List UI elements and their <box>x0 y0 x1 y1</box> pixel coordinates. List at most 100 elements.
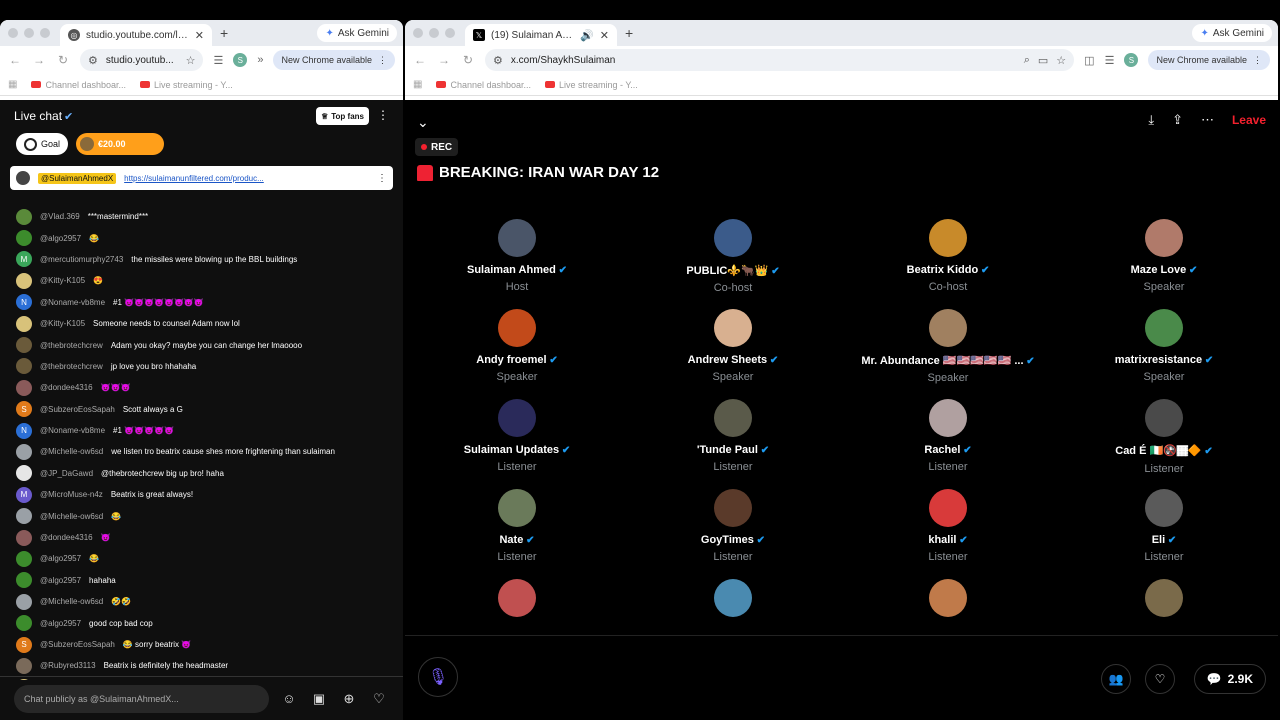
avatar[interactable]: S <box>16 636 32 653</box>
speaker-icon[interactable]: 🔊 <box>580 29 594 42</box>
participant[interactable]: matrixresistance ✔ Speaker <box>1064 309 1264 383</box>
chat-username[interactable]: @algo2957 <box>40 234 81 243</box>
forward-icon[interactable]: → <box>437 53 451 67</box>
close-window-button[interactable] <box>413 28 423 38</box>
pinned-message[interactable]: @SulaimanAhmedX https://sulaimanunfilter… <box>10 166 393 190</box>
participant[interactable] <box>1064 579 1264 617</box>
cast-icon[interactable]: ▭ <box>1038 54 1048 67</box>
ask-gemini-button[interactable]: ✦ Ask Gemini <box>317 24 397 42</box>
chat-message[interactable]: S @SubzeroEosSapah 😂 sorry beatrix 😈 <box>0 634 403 655</box>
avatar[interactable]: N <box>16 422 32 439</box>
chat-message[interactable]: @Kitty-K105 Someone needs to counsel Adam… <box>0 313 403 334</box>
avatar[interactable] <box>16 358 32 375</box>
top-fans-button[interactable]: ♕ Top fans <box>316 107 369 125</box>
bookmark-live-streaming[interactable]: Live streaming - Y... <box>545 80 638 90</box>
chat-message[interactable]: @algo2957 😂 <box>0 548 403 569</box>
chat-message[interactable]: M @MicroMuse-n4z Beatrix is great always! <box>0 484 403 505</box>
chat-message[interactable]: @thebrotechcrew jp love you bro hhahaha <box>0 356 403 377</box>
chat-username[interactable]: @thebrotechcrew <box>40 362 103 371</box>
avatar[interactable] <box>16 443 32 460</box>
bookmark-star-icon[interactable]: ☆ <box>186 54 196 67</box>
pinned-menu-icon[interactable]: ⋮ <box>377 173 387 184</box>
back-icon[interactable]: ← <box>8 53 22 67</box>
participant[interactable]: GoyTimes ✔ Listener <box>633 489 833 563</box>
bookmark-star-icon[interactable]: ☆ <box>1056 54 1066 67</box>
zoom-icon[interactable]: ⌕ <box>1024 54 1030 67</box>
avatar[interactable] <box>1145 309 1183 347</box>
avatar[interactable]: S <box>16 401 32 418</box>
chat-username[interactable]: @JP_DaGawd <box>40 469 93 478</box>
avatar[interactable] <box>1145 219 1183 257</box>
avatar[interactable] <box>16 572 32 589</box>
participant[interactable] <box>848 579 1048 617</box>
avatar[interactable] <box>1145 579 1183 617</box>
avatar[interactable] <box>498 579 536 617</box>
avatar[interactable] <box>16 315 32 332</box>
chat-username[interactable]: @mercutiomurphy2743 <box>40 255 123 264</box>
chat-message[interactable]: @thebrotechcrew Adam you okay? maybe you … <box>0 334 403 355</box>
side-panel-icon[interactable]: ◫ <box>1084 54 1094 67</box>
bookmark-live-streaming[interactable]: Live streaming - Y... <box>140 80 233 90</box>
participant[interactable]: 'Tunde Paul ✔ Listener <box>633 399 833 473</box>
avatar[interactable] <box>714 399 752 437</box>
participant[interactable] <box>633 579 833 617</box>
chat-message[interactable]: @Michelle-ow6sd 🤣🤣 <box>0 591 403 612</box>
profile-avatar[interactable]: S <box>233 53 248 67</box>
avatar[interactable] <box>498 489 536 527</box>
chat-message[interactable]: @Vlad.369 ***mastermind*** <box>0 206 403 227</box>
bookmark-channel-dashboard[interactable]: Channel dashboar... <box>436 80 531 90</box>
browser-tab[interactable]: ◎ studio.youtube.com/live_cha ✕ <box>60 24 212 46</box>
avatar[interactable] <box>16 230 32 247</box>
avatar[interactable] <box>16 337 32 354</box>
chat-message[interactable]: S @SubzeroEosSapah Scott always a G <box>0 399 403 420</box>
avatar[interactable] <box>929 309 967 347</box>
chat-username[interactable]: @dondee4316 <box>40 383 93 392</box>
new-tab-button[interactable]: + <box>220 25 228 41</box>
chat-username[interactable]: @MicroMuse-n4z <box>40 490 103 499</box>
participant[interactable]: Cad É 🇮🇪🚱🏾🔶 ✔ Listener <box>1064 399 1264 475</box>
apps-grid-icon[interactable]: ▦ <box>8 79 17 90</box>
goal-button[interactable]: Goal <box>16 133 69 155</box>
chat-username[interactable]: @dondee4316 <box>40 533 93 542</box>
avatar[interactable] <box>929 579 967 617</box>
chat-username[interactable]: @algo2957 <box>40 554 81 563</box>
new-tab-button[interactable]: + <box>625 25 633 41</box>
microphone-button[interactable]: 🎙 <box>418 657 458 697</box>
avatar[interactable] <box>16 593 32 610</box>
chat-username[interactable]: @Kitty-K105 <box>40 276 85 285</box>
avatar[interactable] <box>16 529 32 546</box>
avatar[interactable] <box>16 550 32 567</box>
chat-username[interactable]: @Michelle-ow6sd <box>40 512 103 521</box>
chevron-down-icon[interactable]: ⌄ <box>417 114 429 131</box>
super-chat-icon[interactable]: ▣ <box>309 691 329 707</box>
chat-username[interactable]: @Kitty-K105 <box>40 319 85 328</box>
participant[interactable]: Rachel ✔ Listener <box>848 399 1048 473</box>
zoom-window-button[interactable] <box>445 28 455 38</box>
close-tab-icon[interactable]: ✕ <box>600 29 609 42</box>
avatar[interactable] <box>1145 489 1183 527</box>
avatar[interactable]: N <box>16 294 32 311</box>
avatar[interactable] <box>16 657 32 674</box>
leave-button[interactable]: Leave <box>1232 113 1266 127</box>
avatar[interactable] <box>498 399 536 437</box>
new-chrome-available-button[interactable]: New Chrome available ⋮ <box>1148 50 1270 70</box>
avatar[interactable] <box>714 579 752 617</box>
chat-message[interactable]: @JP_DaGawd @thebrotechcrew big up bro! ha… <box>0 463 403 484</box>
avatar[interactable] <box>714 489 752 527</box>
chat-username[interactable]: @Noname-vb8me <box>40 298 105 307</box>
chat-message[interactable]: @Kitty-K105 😍 <box>0 270 403 291</box>
avatar[interactable]: M <box>16 486 32 503</box>
participant[interactable]: Nate ✔ Listener <box>417 489 617 563</box>
chat-message[interactable]: @algo2957 hahaha <box>0 570 403 591</box>
site-info-icon[interactable]: ⚙ <box>493 54 503 67</box>
apps-grid-icon[interactable]: ▦ <box>413 79 422 90</box>
participant[interactable]: Sulaiman Updates ✔ Listener <box>417 399 617 473</box>
chevron-more-icon[interactable]: » <box>257 54 263 66</box>
chat-menu-icon[interactable]: ⋮ <box>377 108 389 122</box>
avatar[interactable] <box>16 508 32 525</box>
avatar[interactable] <box>929 489 967 527</box>
avatar[interactable] <box>16 272 32 289</box>
forward-icon[interactable]: → <box>32 53 46 67</box>
chat-message[interactable]: @algo2957 😂 <box>0 227 403 248</box>
chat-username[interactable]: @Noname-vb8me <box>40 426 105 435</box>
